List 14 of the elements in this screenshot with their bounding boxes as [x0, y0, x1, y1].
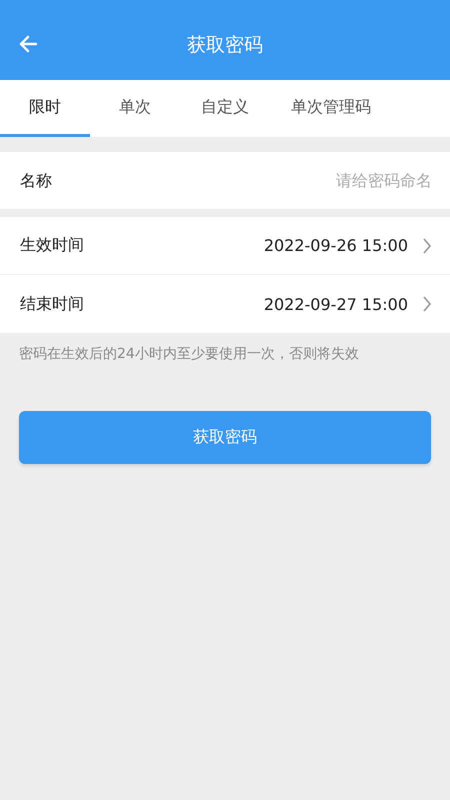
chevron-right-icon[interactable] [422, 238, 432, 254]
time-label: 生效时间 [20, 235, 84, 256]
name-input-field[interactable]: 请给密码命名 [72, 152, 450, 209]
field-label: 名称 [0, 152, 72, 209]
time-value[interactable]: 2022-09-26 15:00 [264, 236, 408, 255]
tab[interactable]: 单次管理码 [276, 80, 386, 137]
time-value[interactable]: 2022-09-27 15:00 [264, 294, 408, 314]
chevron-right-icon[interactable] [422, 296, 432, 312]
page-title: 获取密码 [187, 33, 263, 58]
time-label: 结束时间 [20, 294, 84, 314]
tab[interactable]: 单次 [90, 80, 180, 137]
validity-note: 密码在生效后的24小时内至少要使用一次，否则将失效 [18, 345, 360, 363]
tab[interactable]: 自定义 [180, 80, 270, 137]
tab[interactable]: 限时 [0, 80, 90, 137]
